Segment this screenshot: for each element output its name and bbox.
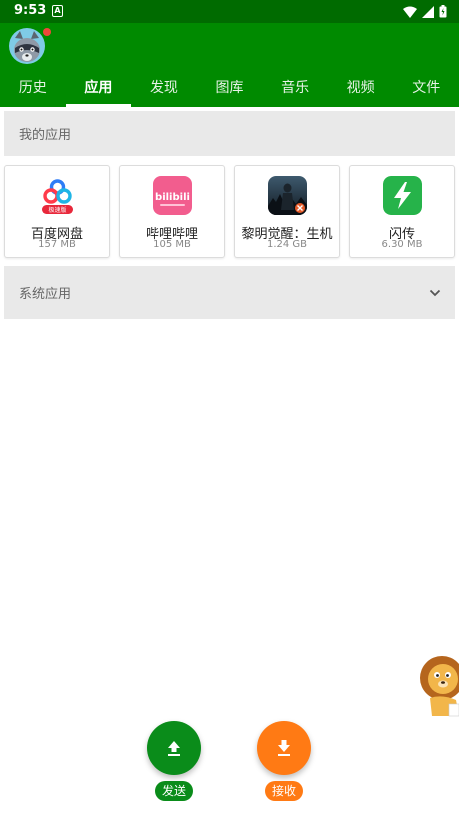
baidu-badge-text: 极速版 xyxy=(48,206,66,214)
bilibili-logo-text: bilibili xyxy=(155,192,190,203)
wifi-icon xyxy=(403,6,417,18)
send-label[interactable]: 发送 xyxy=(155,781,193,801)
tab-apps[interactable]: 应用 xyxy=(65,71,132,107)
app-list: 极速版 百度网盘 157 MB bilibili 哔哩哔哩 105 MB 黎明觉… xyxy=(4,165,455,258)
notification-icon: A xyxy=(52,5,63,17)
app-size: 1.24 GB xyxy=(266,239,308,250)
tab-history[interactable]: 历史 xyxy=(0,71,66,107)
app-card-game[interactable]: 黎明觉醒：生机 1.24 GB xyxy=(234,165,340,258)
game-icon xyxy=(268,176,307,215)
app-size: 105 MB xyxy=(153,239,191,250)
tab-bar: 历史 应用 发现 图库 音乐 视频 文件 xyxy=(0,71,459,107)
app-size: 157 MB xyxy=(38,239,76,250)
lion-mascot[interactable] xyxy=(416,650,459,720)
download-icon xyxy=(278,740,290,756)
receive-button[interactable] xyxy=(257,721,311,775)
app-size: 6.30 MB xyxy=(381,239,423,250)
tab-files[interactable]: 文件 xyxy=(393,71,459,107)
status-icons xyxy=(403,4,447,19)
user-avatar[interactable] xyxy=(9,28,45,64)
notification-dot xyxy=(43,28,51,36)
receive-label[interactable]: 接收 xyxy=(265,781,303,801)
app-card-bilibili[interactable]: bilibili 哔哩哔哩 105 MB xyxy=(119,165,225,258)
app-card-flash-transfer[interactable]: 闪传 6.30 MB xyxy=(349,165,455,258)
tab-gallery[interactable]: 图库 xyxy=(197,71,263,107)
bilibili-icon: bilibili xyxy=(153,176,192,215)
my-apps-header: 我的应用 xyxy=(4,111,455,156)
tab-discover[interactable]: 发现 xyxy=(131,71,197,107)
send-button[interactable] xyxy=(147,721,201,775)
system-apps-title: 系统应用 xyxy=(19,287,72,302)
baidu-netdisk-icon: 极速版 xyxy=(38,176,77,215)
status-bar: 9:53 A xyxy=(0,0,459,23)
raccoon-avatar-icon xyxy=(14,31,40,62)
flash-transfer-icon xyxy=(383,176,422,215)
tab-video[interactable]: 视频 xyxy=(328,71,394,107)
signal-icon xyxy=(422,5,434,18)
upload-icon xyxy=(168,741,180,756)
system-apps-header[interactable]: 系统应用 xyxy=(4,266,455,319)
chevron-down-icon xyxy=(429,289,441,296)
status-time: 9:53 xyxy=(14,3,47,18)
battery-icon xyxy=(439,5,447,18)
tab-music[interactable]: 音乐 xyxy=(262,71,328,107)
app-header: 历史 应用 发现 图库 音乐 视频 文件 xyxy=(0,23,459,107)
lion-mascot-icon xyxy=(420,656,459,717)
app-card-baidu-netdisk[interactable]: 极速版 百度网盘 157 MB xyxy=(4,165,110,258)
my-apps-title: 我的应用 xyxy=(19,128,72,143)
